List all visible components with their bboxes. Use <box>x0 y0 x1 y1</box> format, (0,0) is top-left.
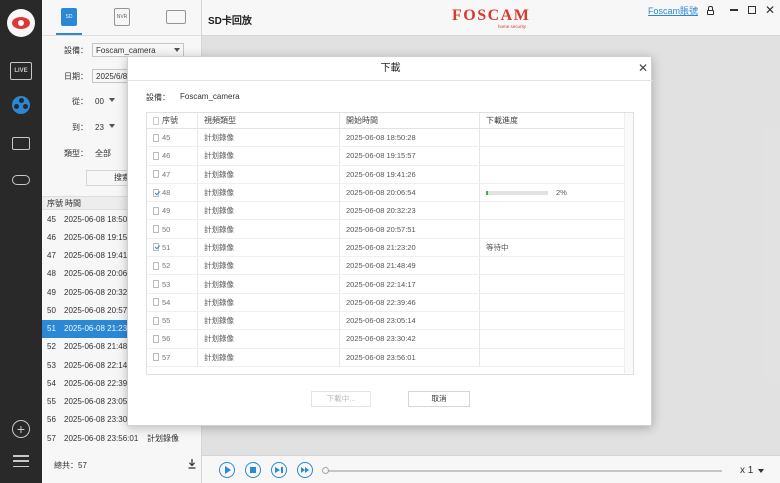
row-type: 計划錄像 <box>197 311 339 330</box>
row-checkbox[interactable] <box>153 261 159 270</box>
row-progress <box>479 129 625 147</box>
table-header: 序號 視頻類型 開始時間 下載進度 <box>147 113 633 129</box>
row-progress: 等待中 <box>479 238 625 257</box>
table-row[interactable]: 57 計划錄像 2025-06-08 23:56:01 <box>147 348 633 367</box>
row-progress <box>479 275 625 293</box>
row-status: 等待中 <box>486 242 509 252</box>
table-row[interactable]: 53 計划錄像 2025-06-08 22:14:17 <box>147 275 633 294</box>
row-no: 48 <box>162 188 171 198</box>
download-progress-bar <box>486 190 548 195</box>
row-checkbox[interactable] <box>153 225 159 234</box>
row-type: 計划錄像 <box>197 129 339 147</box>
table-row[interactable]: 45 計划錄像 2025-06-08 18:50:28 <box>147 129 633 148</box>
row-start: 2025-06-08 19:15:57 <box>339 147 479 165</box>
row-type: 計划錄像 <box>197 183 339 202</box>
dialog-device: 設備： Foscam_camera <box>146 92 240 103</box>
row-checkbox[interactable] <box>153 298 159 307</box>
row-start: 2025-06-08 23:30:42 <box>339 330 479 348</box>
table-row[interactable]: 47 計划錄像 2025-06-08 19:41:26 <box>147 165 633 184</box>
download-table: 序號 視頻類型 開始時間 下載進度 45 計划錄像 2025-06-08 18:50… <box>146 112 634 375</box>
dialog-device-label: 設備： <box>146 93 170 102</box>
row-no: 50 <box>162 224 171 234</box>
row-status: 2% <box>556 188 567 198</box>
header-type: 視頻類型 <box>197 113 339 128</box>
row-type: 計划錄像 <box>197 238 339 257</box>
row-progress <box>479 330 625 348</box>
row-type: 計划錄像 <box>197 348 339 366</box>
row-progress <box>479 220 625 238</box>
row-progress: 2% <box>479 183 625 202</box>
row-no: 54 <box>162 297 171 307</box>
row-type: 計划錄像 <box>197 330 339 348</box>
row-no: 47 <box>162 169 171 179</box>
row-no: 45 <box>162 133 171 143</box>
row-type: 計划錄像 <box>197 275 339 293</box>
row-no: 46 <box>162 151 171 161</box>
row-checkbox[interactable] <box>153 133 159 142</box>
table-row[interactable]: 46 計划錄像 2025-06-08 19:15:57 <box>147 147 633 166</box>
row-start: 2025-06-08 22:14:17 <box>339 275 479 293</box>
row-checkbox[interactable] <box>153 151 159 160</box>
dialog-title: 下載 <box>128 57 653 81</box>
row-checkbox[interactable] <box>153 334 159 343</box>
row-checkbox[interactable] <box>153 243 159 252</box>
header-start: 開始時間 <box>339 113 479 128</box>
row-no: 57 <box>162 352 171 362</box>
row-progress <box>479 348 625 366</box>
row-no: 52 <box>162 261 171 271</box>
table-row[interactable]: 55 計划錄像 2025-06-08 23:05:14 <box>147 311 633 331</box>
row-type: 計划錄像 <box>197 202 339 220</box>
table-row[interactable]: 48 計划錄像 2025-06-08 20:06:54 2% <box>147 183 633 203</box>
row-start: 2025-06-08 20:32:23 <box>339 202 479 220</box>
row-start: 2025-06-08 22:39:46 <box>339 293 479 311</box>
row-no: 49 <box>162 206 171 216</box>
row-start: 2025-06-08 21:48:49 <box>339 257 479 275</box>
row-progress <box>479 147 625 165</box>
row-start: 2025-06-08 20:57:51 <box>339 220 479 238</box>
row-start: 2025-06-08 19:41:26 <box>339 165 479 183</box>
row-checkbox[interactable] <box>153 353 159 362</box>
row-checkbox[interactable] <box>153 316 159 325</box>
table-row[interactable]: 49 計划錄像 2025-06-08 20:32:23 <box>147 202 633 221</box>
row-start: 2025-06-08 23:05:14 <box>339 311 479 330</box>
row-type: 計划錄像 <box>197 147 339 165</box>
row-progress <box>479 165 625 183</box>
row-progress <box>479 202 625 220</box>
row-progress <box>479 293 625 311</box>
row-type: 計划錄像 <box>197 220 339 238</box>
row-start: 2025-06-08 21:23:20 <box>339 238 479 257</box>
row-no: 53 <box>162 279 171 289</box>
row-type: 計划錄像 <box>197 293 339 311</box>
table-row[interactable]: 56 計划錄像 2025-06-08 23:30:42 <box>147 330 633 349</box>
row-no: 56 <box>162 334 171 344</box>
row-start: 2025-06-08 18:50:28 <box>339 129 479 147</box>
header-progress: 下載進度 <box>479 113 625 128</box>
table-body: 45 計划錄像 2025-06-08 18:50:28 46 計划錄像 2025-06-0… <box>147 129 633 367</box>
row-progress <box>479 257 625 275</box>
row-checkbox[interactable] <box>153 170 159 179</box>
dialog-device-value: Foscam_camera <box>180 92 240 101</box>
row-type: 計划錄像 <box>197 165 339 183</box>
downloading-button: 下載中... <box>311 391 371 407</box>
table-row[interactable]: 54 計划錄像 2025-06-08 22:39:46 <box>147 293 633 312</box>
row-start: 2025-06-08 23:56:01 <box>339 348 479 366</box>
row-no: 55 <box>162 316 171 326</box>
cancel-button[interactable]: 取消 <box>408 391 470 407</box>
close-icon[interactable]: ✕ <box>637 62 649 74</box>
row-checkbox[interactable] <box>153 188 159 197</box>
select-all-checkbox[interactable] <box>153 116 159 125</box>
download-progress-fill <box>486 190 488 195</box>
row-progress <box>479 311 625 330</box>
row-start: 2025-06-08 20:06:54 <box>339 183 479 202</box>
row-checkbox[interactable] <box>153 280 159 289</box>
header-no: 序號 <box>162 116 178 125</box>
download-dialog: 下載 ✕ 設備： Foscam_camera 序號 視頻類型 開始時間 下載進度… <box>127 56 653 426</box>
table-row[interactable]: 52 計划錄像 2025-06-08 21:48:49 <box>147 257 633 276</box>
table-row[interactable]: 50 計划錄像 2025-06-08 20:57:51 <box>147 220 633 239</box>
scrollbar[interactable] <box>624 113 633 374</box>
table-row[interactable]: 51 計划錄像 2025-06-08 21:23:20 等待中 <box>147 238 633 258</box>
row-type: 計划錄像 <box>197 257 339 275</box>
row-checkbox[interactable] <box>153 206 159 215</box>
row-no: 51 <box>162 242 171 252</box>
